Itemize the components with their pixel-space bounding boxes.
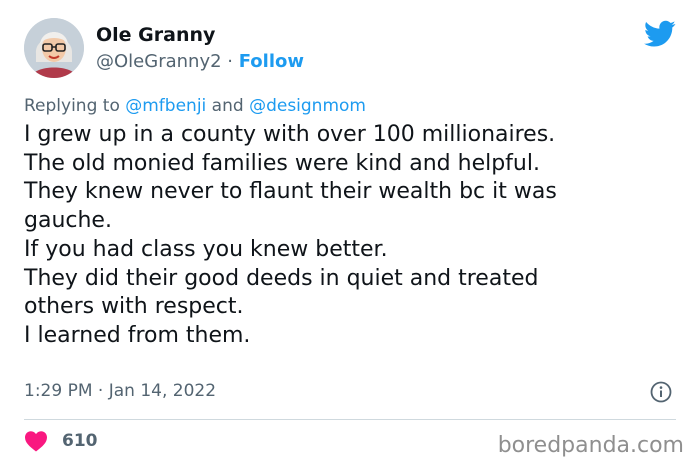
tweet-line: I learned from them. — [24, 322, 251, 348]
divider — [24, 419, 676, 420]
reply-context: Replying to @mfbenji and @designmom — [24, 96, 366, 116]
author-handle[interactable]: @OleGranny2 — [96, 51, 222, 72]
handle-separator: · — [221, 51, 239, 72]
tweet-line: They knew never to flaunt their wealth b… — [24, 179, 557, 205]
tweet-line: The old monied families were kind and he… — [24, 150, 540, 176]
author-handle-row: @OleGranny2 · Follow — [96, 51, 304, 72]
tweet-card: Ole Granny @OleGranny2 · Follow Replying… — [0, 0, 700, 471]
reply-prefix: Replying to — [24, 96, 126, 116]
like-button[interactable]: 610 — [24, 430, 98, 452]
author-name[interactable]: Ole Granny — [96, 24, 215, 46]
tweet-line: gauche. — [24, 208, 112, 234]
avatar-image — [24, 18, 84, 78]
tweet-line: If you had class you knew better. — [24, 236, 388, 262]
like-count: 610 — [62, 431, 98, 451]
tweet-timestamp[interactable]: 1:29 PM · Jan 14, 2022 — [24, 381, 216, 401]
heart-icon — [25, 431, 47, 452]
tweet-line: others with respect. — [24, 294, 244, 320]
follow-button[interactable]: Follow — [239, 51, 304, 72]
mention-link-mfbenji[interactable]: @mfbenji — [125, 96, 206, 116]
twitter-bird-icon[interactable] — [644, 20, 676, 48]
mention-link-designmom[interactable]: @designmom — [249, 96, 366, 116]
watermark: boredpanda.com — [497, 433, 684, 458]
tweet-text: I grew up in a county with over 100 mill… — [24, 121, 676, 351]
tweet-line: They did their good deeds in quiet and t… — [24, 265, 539, 291]
avatar[interactable] — [24, 18, 84, 78]
tweet-line: I grew up in a county with over 100 mill… — [24, 122, 556, 147]
reply-joiner: and — [206, 96, 250, 116]
info-icon[interactable] — [650, 381, 672, 403]
